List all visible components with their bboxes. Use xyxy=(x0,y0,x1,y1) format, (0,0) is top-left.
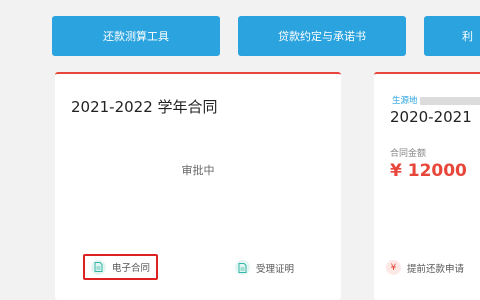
acceptance-proof-label: 受理证明 xyxy=(256,263,295,275)
contract-title: 2020-2021 xyxy=(390,108,472,126)
e-contract-button[interactable]: 电子合同 xyxy=(83,254,159,280)
status-text: 审批中 xyxy=(181,164,215,177)
early-repayment-button[interactable]: ¥ 提前还款申请 xyxy=(386,260,464,275)
repayment-calculator-button[interactable]: 还款测算工具 xyxy=(52,16,220,56)
tag-prefix: 生源地 xyxy=(392,96,418,106)
third-top-button[interactable]: 利 xyxy=(424,16,480,56)
redacted-block xyxy=(419,96,480,105)
acceptance-proof-button[interactable]: 受理证明 xyxy=(235,260,294,275)
loan-agreement-button[interactable]: 贷款约定与承诺书 xyxy=(238,16,406,56)
document-icon xyxy=(91,259,106,275)
early-repayment-label: 提前还款申请 xyxy=(407,263,465,275)
amount-label: 合同金额 xyxy=(390,149,427,159)
contract-title: 2021-2022 学年合同 xyxy=(71,98,218,116)
contract-tag: 生源地01 xyxy=(392,94,480,106)
document-icon xyxy=(235,260,250,275)
contract-card-2021-2022: 2021-2022 学年合同 审批中 电子合同 受理证明 xyxy=(55,72,341,300)
amount-value: ¥ 12000 xyxy=(390,161,467,181)
contract-card-2020-2021: 生源地01 2020-2021 合同金额 ¥ 12000 ¥ 提前还款申请 xyxy=(374,72,480,300)
e-contract-label: 电子合同 xyxy=(112,263,151,274)
yen-icon: ¥ xyxy=(386,260,401,275)
